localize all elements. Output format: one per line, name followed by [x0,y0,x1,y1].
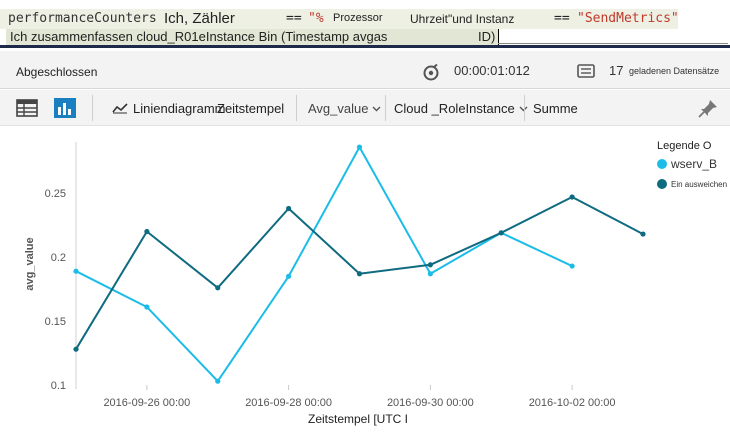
query-editor[interactable]: performanceCounters Ich, Zähler == "% Pr… [0,0,730,48]
x-axis-field[interactable]: Zeitstempel [217,90,284,126]
toolbar-separator [385,95,386,121]
legend-label: wserv_B [671,157,718,171]
data-point [286,205,292,212]
line-chart-label: Liniendiagramm [133,100,226,116]
y-tick-label: 0.25 [45,188,66,200]
y-tick-label: 0.15 [45,316,66,328]
x-tick-label: 2016-09-26 00:00 [103,397,190,409]
x-axis-field-label: Zeitstempel [217,100,285,116]
data-point [427,271,433,277]
query-table: performanceCounters [8,11,157,26]
records-icon [577,64,595,78]
data-point [73,346,79,352]
pin-icon[interactable] [697,98,719,118]
data-point [498,230,504,236]
editor-underline [498,43,728,44]
data-point [215,285,221,291]
legend-title: Legende O [657,140,712,152]
query-word-2: Uhrzeit"und Instanz [410,12,515,26]
table-view-icon[interactable] [16,98,38,118]
line-chart-selector[interactable]: Liniendiagramm [112,90,226,126]
query-line-2-tail: ID) [478,29,496,44]
x-axis-title: Zeitstempel [UTC I [308,412,408,426]
status-bar: Abgeschlossen 00:00:01:012 17 geladenen … [0,51,730,89]
x-tick-label: 2016-09-30 00:00 [387,397,474,409]
query-word-1: Prozessor [333,12,383,24]
data-point [569,194,575,200]
legend-item-series-a[interactable]: wserv_B [657,157,717,171]
data-point [144,304,150,310]
data-point [215,378,221,384]
toolbar-separator [524,95,525,121]
query-string-1-open: "% [308,11,324,26]
chart-toolbar: Liniendiagramm Zeitstempel Avg_value Clo… [0,90,730,126]
data-point [73,268,79,274]
data-point [640,231,646,237]
query-line-2: Ich zusammenfassen cloud_R01eInstance Bi… [6,29,498,45]
query-operator-1: == [286,11,302,26]
chart-area: 0.1 0.15 0.2 0.25 2016-09-26 00:00 2016-09-28… [0,127,730,444]
aggregate-selector[interactable]: Summe [533,90,578,126]
legend-item-series-b[interactable]: Ein ausweichen [657,179,727,189]
series-line-1 [75,146,573,383]
query-string-2: "SendMetrics" [577,11,679,26]
x-tick-label: 2016-10-02 00:00 [529,397,616,409]
data-point [569,263,575,269]
data-point [286,273,292,279]
elapsed-time: 00:00:01:012 [454,63,530,78]
query-operator-2: == [554,11,570,26]
query-line-2-text: Ich zusammenfassen cloud_R01eInstance Bi… [10,29,388,44]
y-tick-label: 0.2 [51,252,66,264]
x-tick-label: 2016-09-28 00:00 [245,397,332,409]
y-tick-label: 0.1 [51,380,66,392]
data-point [427,262,433,268]
query-line-1: performanceCounters Ich, Zähler == "% Pr… [0,9,730,29]
legend-label: Ein ausweichen [671,179,728,189]
y-axis-title: avg_value [24,237,36,290]
data-point [356,144,363,150]
data-point [144,228,150,235]
line-chart: 0.1 0.15 0.2 0.25 2016-09-26 00:00 2016-09-28… [24,142,646,426]
y-axis-dropdown[interactable]: Avg_value [308,90,381,126]
record-count: 17 [609,63,624,78]
chevron-down-icon [372,106,381,111]
timer-icon [423,63,439,81]
legend-dot [657,179,667,189]
y-axis-dropdown-label: Avg_value [308,100,369,116]
toolbar-separator [296,95,297,121]
status-text: Abgeschlossen [16,65,98,79]
line-chart-icon [112,103,128,114]
aggregate-label: Summe [533,100,578,116]
split-by-dropdown-label: Cloud _RoleInstance [394,100,515,116]
legend-dot [657,159,667,169]
record-count-label: geladenen Datensätze [629,66,720,76]
chart-view-icon[interactable] [54,98,76,118]
toolbar-separator [92,95,93,121]
data-point [356,271,363,277]
split-by-dropdown[interactable]: Cloud _RoleInstance [394,90,528,126]
query-column: Ich, Zähler [164,10,235,27]
